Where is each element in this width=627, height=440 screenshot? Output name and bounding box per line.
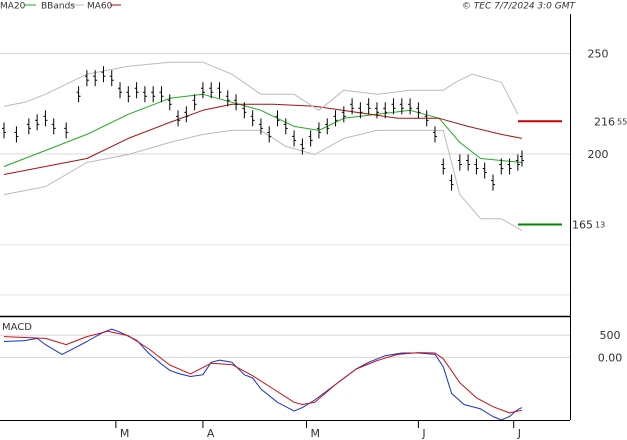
x-tick-label: A xyxy=(207,427,215,440)
x-tick-label: M xyxy=(120,427,130,440)
x-tick-label: M xyxy=(311,427,321,440)
x-tick-label: J xyxy=(517,427,521,440)
support-level-int: 165 xyxy=(572,218,593,231)
legend-ma20-label: MA20 xyxy=(0,2,26,12)
price-tick-label: 200 xyxy=(588,148,609,161)
watermark-text: © TEC 7/7/2024 3:0 GMT xyxy=(462,2,577,12)
macd-tick-label: 500 xyxy=(600,329,621,342)
legend-ma60-label: MA60 xyxy=(87,2,113,12)
x-tick-label: J xyxy=(421,427,425,440)
price-tick-label: 250 xyxy=(588,48,609,61)
legend-bbands-label: BBands xyxy=(41,2,75,12)
chart-background xyxy=(0,0,627,440)
macd-tick-label: 0.00 xyxy=(598,351,623,364)
legend: MA20 BBands MA60 xyxy=(0,2,121,12)
resistance-level-dec: 55 xyxy=(617,117,627,126)
support-level-dec: 13 xyxy=(595,220,605,229)
resistance-level-int: 216 xyxy=(594,115,615,128)
macd-title: MACD xyxy=(2,322,32,333)
stock-chart: MA20 BBands MA60 © TEC 7/7/2024 3:0 GMT … xyxy=(0,0,627,440)
